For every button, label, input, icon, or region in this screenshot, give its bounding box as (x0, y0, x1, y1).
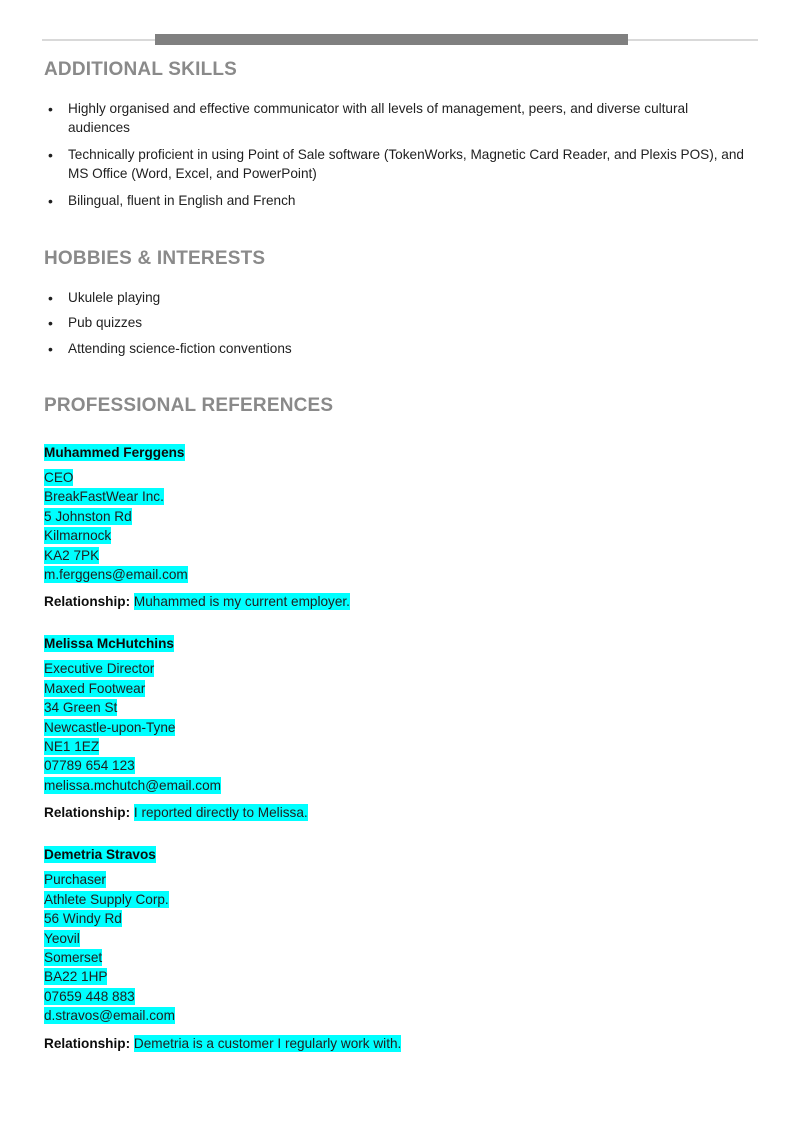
hobbies-interests-list: Ukulele playing Pub quizzes Attending sc… (44, 289, 760, 359)
reference-entry: Muhammed Ferggens CEO BreakFastWear Inc.… (44, 444, 760, 611)
additional-skills-list: Highly organised and effective communica… (44, 100, 760, 211)
reference-relationship: Relationship: Demetria is a customer I r… (44, 1034, 760, 1053)
relationship-value: Muhammed is my current employer. (133, 593, 350, 611)
reference-name: Muhammed Ferggens (44, 444, 760, 461)
reference-relationship: Relationship: Muhammed is my current emp… (44, 593, 760, 611)
reference-entry: Melissa McHutchins Executive Director Ma… (44, 635, 760, 822)
resume-content: ADDITIONAL SKILLS Highly organised and e… (44, 58, 760, 1053)
reference-detail-line: Newcastle-upon-Tyne (44, 718, 176, 736)
reference-detail-line: Kilmarnock (44, 527, 112, 545)
list-item: Bilingual, fluent in English and French (44, 192, 744, 211)
reference-detail-line: BreakFastWear Inc. (44, 488, 164, 506)
reference-relationship: Relationship: I reported directly to Mel… (44, 804, 760, 822)
list-item: Ukulele playing (44, 289, 744, 308)
reference-detail-line: m.ferggens@email.com (44, 566, 188, 584)
reference-detail-lines: Executive Director Maxed Footwear 34 Gre… (44, 659, 760, 795)
reference-detail-line: CEO (44, 469, 74, 486)
section-additional-skills: ADDITIONAL SKILLS Highly organised and e… (44, 58, 760, 211)
list-item: Attending science-fiction conventions (44, 340, 744, 359)
reference-detail-line: 56 Windy Rd (44, 910, 122, 928)
reference-detail-line: KA2 7PK (44, 546, 100, 564)
reference-detail-line: Yeovil (44, 929, 80, 947)
reference-detail-line: Athlete Supply Corp. (44, 890, 169, 908)
reference-detail-line: melissa.mchutch@email.com (44, 776, 221, 794)
reference-name: Melissa McHutchins (44, 635, 760, 653)
header-divider-rule (0, 30, 800, 50)
reference-detail-line: 34 Green St (44, 699, 118, 717)
reference-detail-line: 07789 654 123 (44, 757, 135, 775)
divider-accent-bar (155, 34, 628, 45)
reference-detail-lines: CEO BreakFastWear Inc. 5 Johnston Rd Kil… (44, 468, 760, 584)
list-item: Highly organised and effective communica… (44, 100, 744, 137)
reference-detail-line: 07659 448 883 (44, 987, 135, 1005)
relationship-label: Relationship: (44, 1035, 131, 1051)
reference-entry: Demetria Stravos Purchaser Athlete Suppl… (44, 846, 760, 1052)
reference-detail-line: BA22 1HP (44, 968, 108, 986)
list-item: Pub quizzes (44, 314, 744, 333)
relationship-value: Demetria is a customer I regularly work … (133, 1034, 402, 1052)
reference-detail-line: d.stravos@email.com (44, 1007, 175, 1025)
section-professional-references: PROFESSIONAL REFERENCES Muhammed Ferggen… (44, 394, 760, 1053)
relationship-value: I reported directly to Melissa. (133, 804, 308, 822)
reference-name-text: Demetria Stravos (44, 846, 156, 864)
reference-detail-lines: Purchaser Athlete Supply Corp. 56 Windy … (44, 870, 760, 1025)
reference-detail-line: Somerset (44, 948, 103, 966)
resume-page: ADDITIONAL SKILLS Highly organised and e… (0, 0, 800, 1132)
reference-detail-line: NE1 1EZ (44, 738, 100, 756)
reference-detail-line: Executive Director (44, 660, 155, 678)
reference-detail-line: 5 Johnston Rd (44, 507, 132, 525)
reference-detail-line: Maxed Footwear (44, 679, 146, 697)
relationship-label: Relationship: (44, 805, 131, 821)
heading-professional-references: PROFESSIONAL REFERENCES (44, 395, 334, 416)
list-item: Technically proficient in using Point of… (44, 146, 744, 183)
section-hobbies-interests: HOBBIES & INTERESTS Ukulele playing Pub … (44, 247, 760, 359)
reference-detail-line: Purchaser (44, 871, 106, 889)
heading-hobbies-interests: HOBBIES & INTERESTS (44, 247, 266, 269)
heading-additional-skills: ADDITIONAL SKILLS (44, 59, 238, 80)
reference-name: Demetria Stravos (44, 846, 760, 864)
reference-name-text: Melissa McHutchins (44, 635, 174, 653)
reference-name-text: Muhammed Ferggens (44, 444, 185, 461)
relationship-label: Relationship: (44, 594, 131, 610)
